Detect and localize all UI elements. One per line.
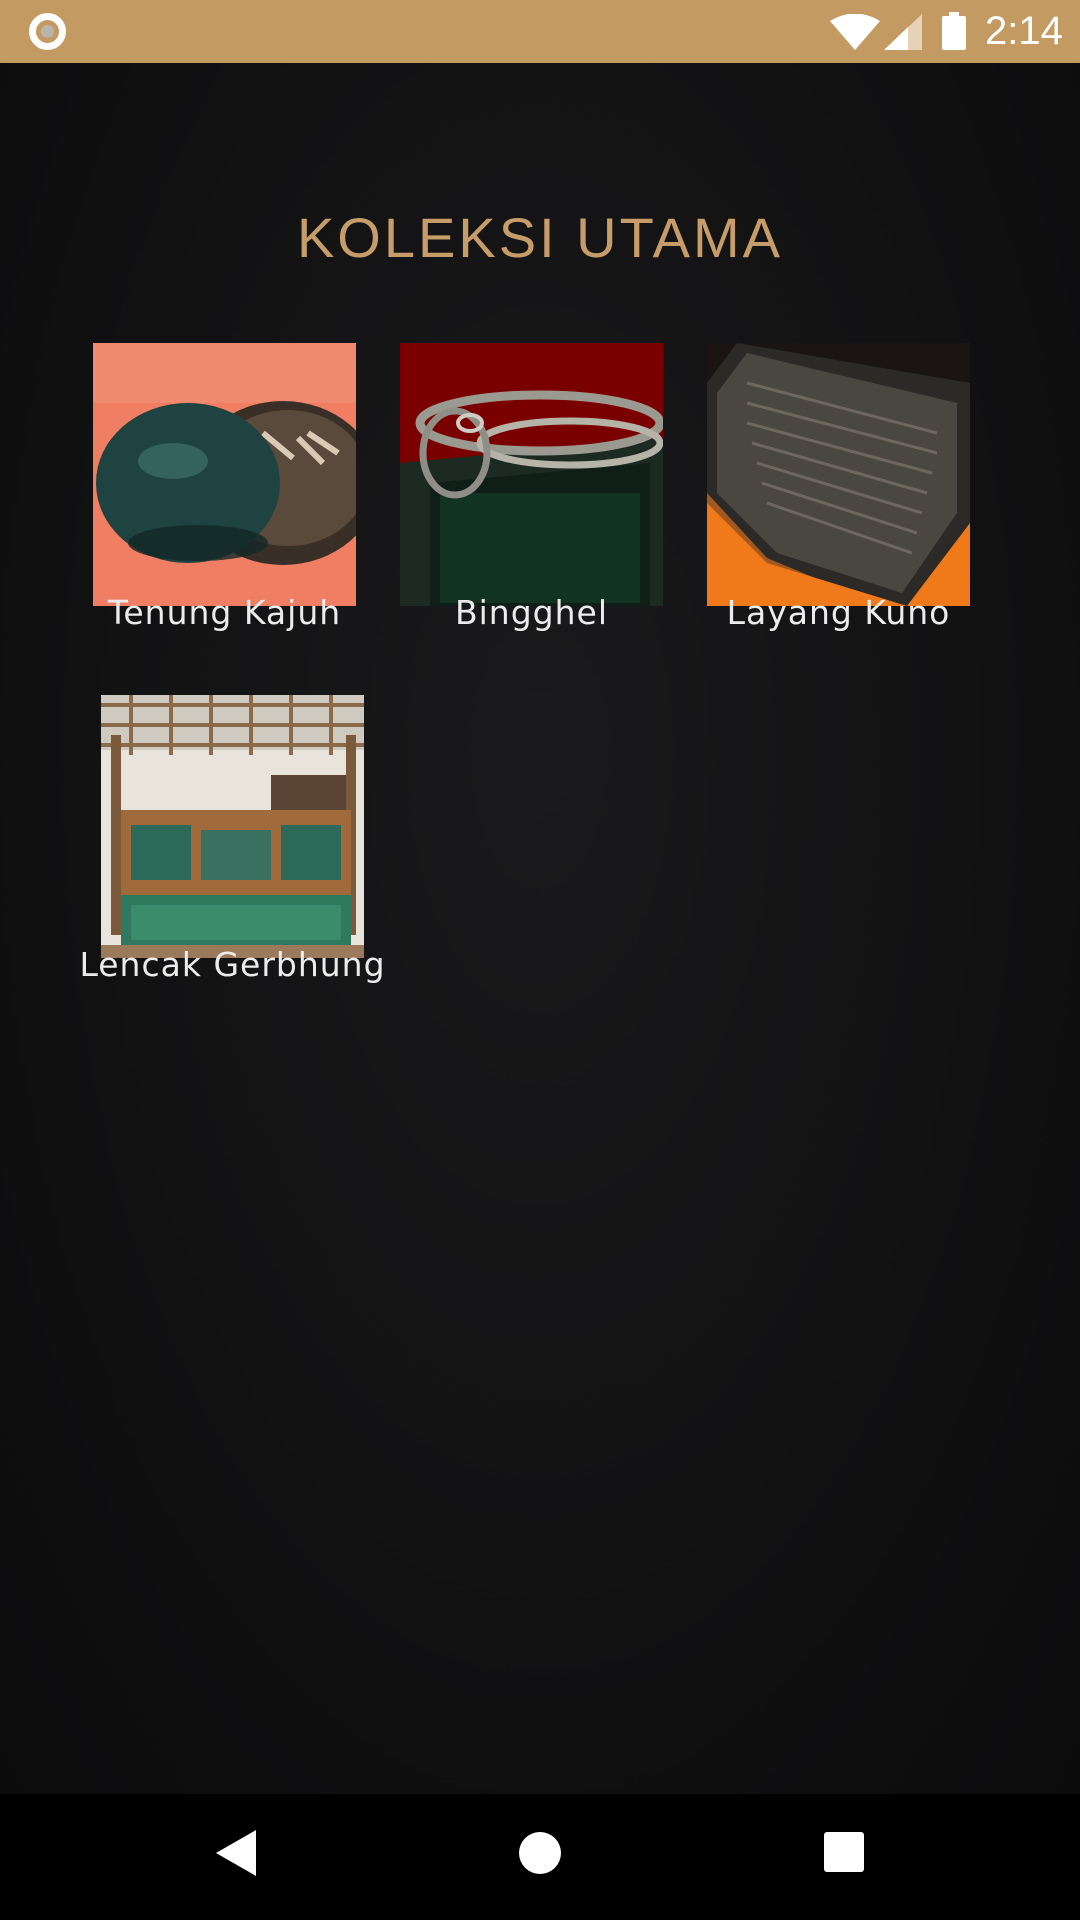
tenung-kajuh-image: [93, 343, 356, 606]
collection-item-bingghel[interactable]: Bingghel: [400, 343, 663, 663]
item-label: Tenung Kajuh: [107, 593, 342, 632]
item-label: Bingghel: [454, 593, 608, 632]
bingghel-image: [400, 343, 663, 606]
battery-icon: [942, 12, 966, 50]
app-notification-icon: [29, 13, 66, 50]
recents-icon[interactable]: [824, 1832, 864, 1872]
status-clock: 2:14: [985, 9, 1063, 53]
navigation-bar: [0, 1794, 1080, 1920]
main-content: KOLEKSI UTAMA Tenung Kajuh Bingghel Laya…: [0, 63, 1080, 1794]
page-title: KOLEKSI UTAMA: [296, 206, 784, 269]
collection-item-layang-kuno[interactable]: Layang Kuno: [707, 343, 970, 663]
item-label: Layang Kuno: [726, 593, 951, 632]
status-bar: 2:14: [0, 0, 1080, 63]
layang-kuno-image: [707, 343, 970, 606]
collection-item-tenung-kajuh[interactable]: Tenung Kajuh: [93, 343, 356, 663]
signal-icon: [884, 14, 922, 50]
back-icon[interactable]: [216, 1830, 256, 1876]
wifi-icon: [830, 14, 880, 50]
collection-item-lencak-gerbhung[interactable]: Lencak Gerbhung: [79, 695, 385, 1015]
home-icon[interactable]: [519, 1832, 561, 1874]
lencak-gerbhung-image: [101, 695, 364, 958]
item-label: Lencak Gerbhung: [79, 945, 386, 984]
